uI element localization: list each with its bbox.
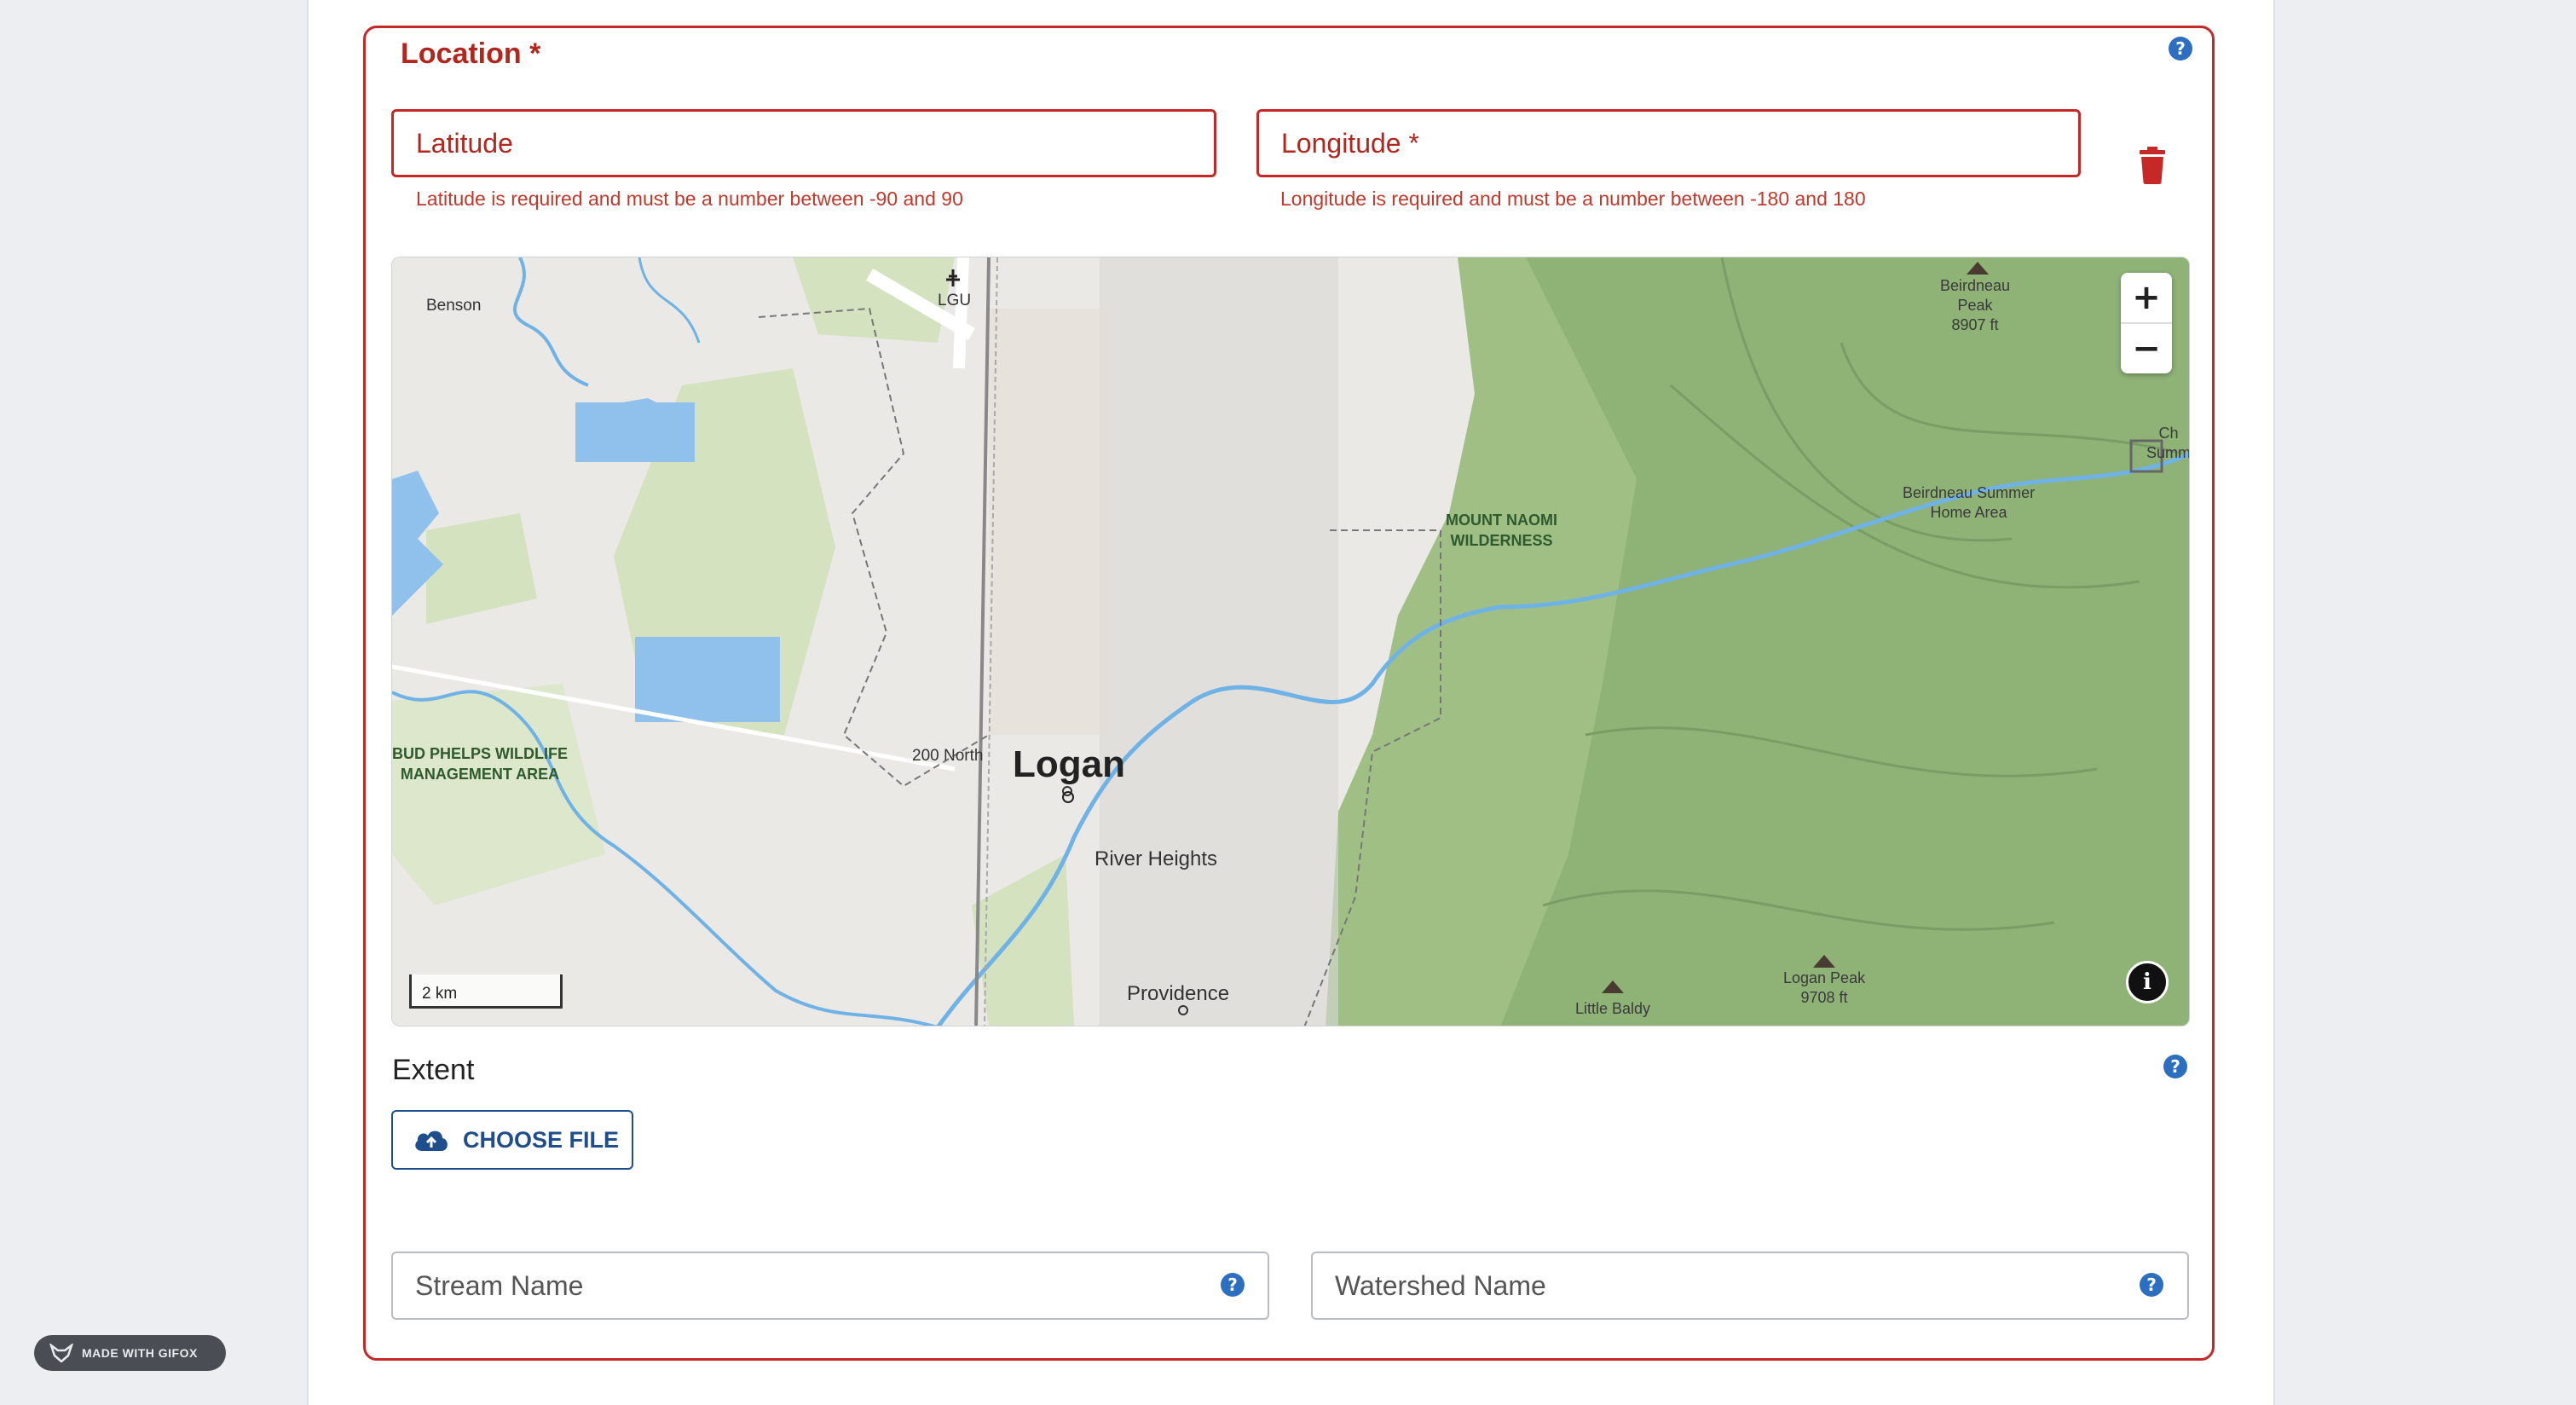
zoom-out-button[interactable]: −	[2121, 322, 2172, 373]
map-label-beirdneau-peak: Beirdneau Peak 8907 ft	[1940, 277, 2011, 333]
map-label-beirdneau-summer: Beirdneau Summer Home Area	[1903, 484, 2036, 521]
stream-name-input[interactable]: Stream Name	[391, 1252, 1269, 1320]
choose-file-button[interactable]: CHOOSE FILE	[391, 1110, 633, 1170]
map-label-mount-naomi: MOUNT NAOMI WILDERNESS	[1446, 512, 1557, 549]
zoom-in-button[interactable]: +	[2121, 273, 2172, 322]
extent-help-icon[interactable]: ?	[2163, 1055, 2187, 1078]
map-label-providence: Providence	[1127, 982, 1230, 1005]
watershed-name-input[interactable]: Watershed Name	[1311, 1252, 2189, 1320]
gifox-watermark: MADE WITH GIFOX	[34, 1335, 226, 1371]
extent-label: Extent	[392, 1054, 475, 1086]
map-label-bud-phelps: BUD PHELPS WILDLIFE MANAGEMENT AREA	[392, 745, 568, 783]
map-scale-bar: 2 km	[409, 974, 563, 1009]
map-label-logan: Logan	[1013, 743, 1125, 785]
longitude-input[interactable]: Longitude *	[1256, 109, 2081, 177]
latitude-error: Latitude is required and must be a numbe…	[416, 188, 963, 210]
longitude-error: Longitude is required and must be a numb…	[1280, 188, 1866, 210]
map-label-200-north: 200 North	[912, 747, 984, 765]
latitude-input[interactable]: Latitude	[391, 109, 1216, 177]
location-title: Location *	[401, 38, 541, 70]
map-label-benson: Benson	[426, 297, 482, 315]
stream-name-help-icon[interactable]: ?	[1221, 1273, 1245, 1297]
delete-trash-icon[interactable]	[2136, 147, 2169, 184]
map-label-ch-summ: Ch Summ	[2146, 425, 2190, 461]
map-label-river-heights: River Heights	[1095, 847, 1218, 870]
map-label-lgu: LGU	[938, 292, 972, 309]
map-terrain	[392, 257, 2189, 1026]
location-help-icon[interactable]: ?	[2169, 37, 2192, 61]
fox-logo-icon	[49, 1344, 73, 1362]
cloud-upload-icon	[415, 1130, 448, 1151]
location-map[interactable]: Benson LGU Beirdneau Peak 8907 ft Ch Sum…	[391, 257, 2190, 1026]
map-label-little-baldy: Little Baldy	[1575, 1000, 1651, 1017]
map-label-logan-peak: Logan Peak 9708 ft	[1783, 969, 1866, 1006]
gifox-watermark-text: MADE WITH GIFOX	[82, 1346, 198, 1360]
watershed-name-help-icon[interactable]: ?	[2140, 1273, 2163, 1297]
choose-file-label: CHOOSE FILE	[463, 1126, 620, 1153]
map-zoom-control: + −	[2121, 273, 2172, 373]
map-info-icon[interactable]: i	[2126, 961, 2169, 1003]
